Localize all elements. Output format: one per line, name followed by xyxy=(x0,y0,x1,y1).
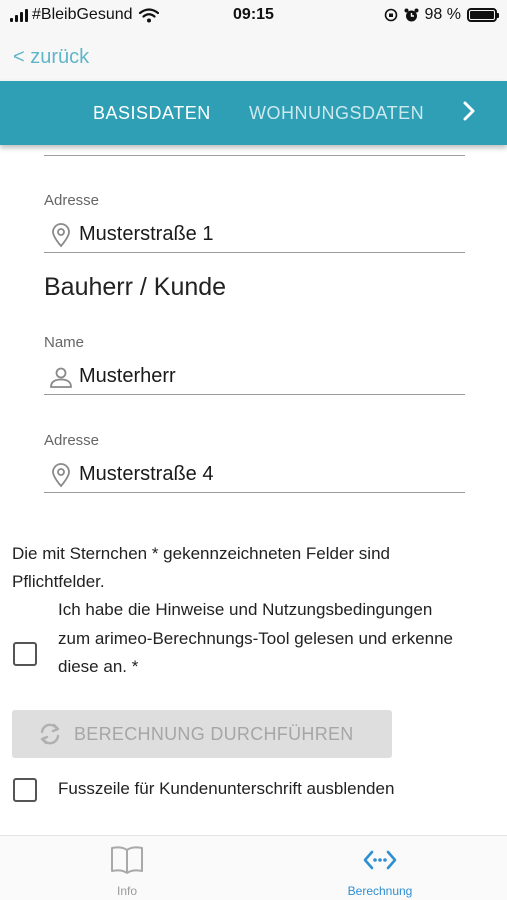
object-address-field: Adresse Musterstraße 1 xyxy=(44,192,465,253)
section-title-client: Bauherr / Kunde xyxy=(44,273,227,301)
field-label: Name xyxy=(44,334,85,351)
consent-checkbox[interactable] xyxy=(13,642,37,666)
book-icon xyxy=(111,846,143,874)
name-input[interactable]: Musterherr xyxy=(44,359,465,395)
client-address-field: Adresse Musterstraße 4 xyxy=(44,432,465,493)
field-label: Adresse xyxy=(44,432,100,449)
tab-wohnungsdaten[interactable]: WOHNUNGSDATEN xyxy=(249,103,424,124)
tab-bar: BASISDATEN WOHNUNGSDATEN xyxy=(0,81,507,145)
footer-toggle-checkbox[interactable] xyxy=(13,778,37,802)
battery-fill xyxy=(470,11,494,19)
location-pin-icon xyxy=(52,462,70,487)
chevron-right-icon[interactable] xyxy=(457,99,481,123)
tab-basisdaten[interactable]: BASISDATEN xyxy=(93,103,211,124)
nav-bar: < zurück xyxy=(0,32,507,81)
field-label: Adresse xyxy=(44,192,100,209)
alarm-icon xyxy=(404,8,419,21)
person-icon xyxy=(50,367,72,388)
battery-percent: 98 % xyxy=(424,6,461,23)
bottom-nav: Info Berechnung xyxy=(0,835,507,900)
name-value: Musterherr xyxy=(79,365,176,387)
consent-text[interactable]: Ich habe die Hinweise und Nutzungsbeding… xyxy=(58,596,468,682)
calculate-button-label: BERECHNUNG DURCHFÜHREN xyxy=(74,723,354,744)
status-right: 98 % xyxy=(384,6,499,24)
code-arrows-icon xyxy=(363,850,397,870)
address-input[interactable]: Musterstraße 4 xyxy=(44,457,465,493)
back-link[interactable]: < zurück xyxy=(13,46,89,69)
address-value: Musterstraße 4 xyxy=(79,463,214,485)
required-fields-note: Die mit Sternchen * gekennzeichneten Fel… xyxy=(12,544,390,591)
bottom-nav-info[interactable]: Info xyxy=(47,836,207,898)
bottom-nav-label: Info xyxy=(116,884,137,898)
battery-icon xyxy=(467,8,499,22)
client-name-field: Name Musterherr xyxy=(44,334,465,395)
bottom-nav-label: Berechnung xyxy=(347,884,413,898)
location-pin-icon xyxy=(52,222,70,247)
refresh-icon xyxy=(40,723,60,745)
previous-field-underline xyxy=(44,155,465,156)
address-input[interactable]: Musterstraße 1 xyxy=(44,217,465,253)
footer-toggle-label[interactable]: Fusszeile für Kundenunterschrift ausblen… xyxy=(58,779,394,799)
orientation-lock-icon xyxy=(384,8,397,22)
address-value: Musterstraße 1 xyxy=(79,223,214,245)
bottom-nav-berechnung[interactable]: Berechnung xyxy=(300,836,460,898)
form-content: Adresse Musterstraße 1 Bauherr / Kunde N… xyxy=(0,145,507,835)
status-bar: #BleibGesund 09:15 98 % xyxy=(0,0,507,32)
calculate-button[interactable]: BERECHNUNG DURCHFÜHREN xyxy=(12,710,392,758)
